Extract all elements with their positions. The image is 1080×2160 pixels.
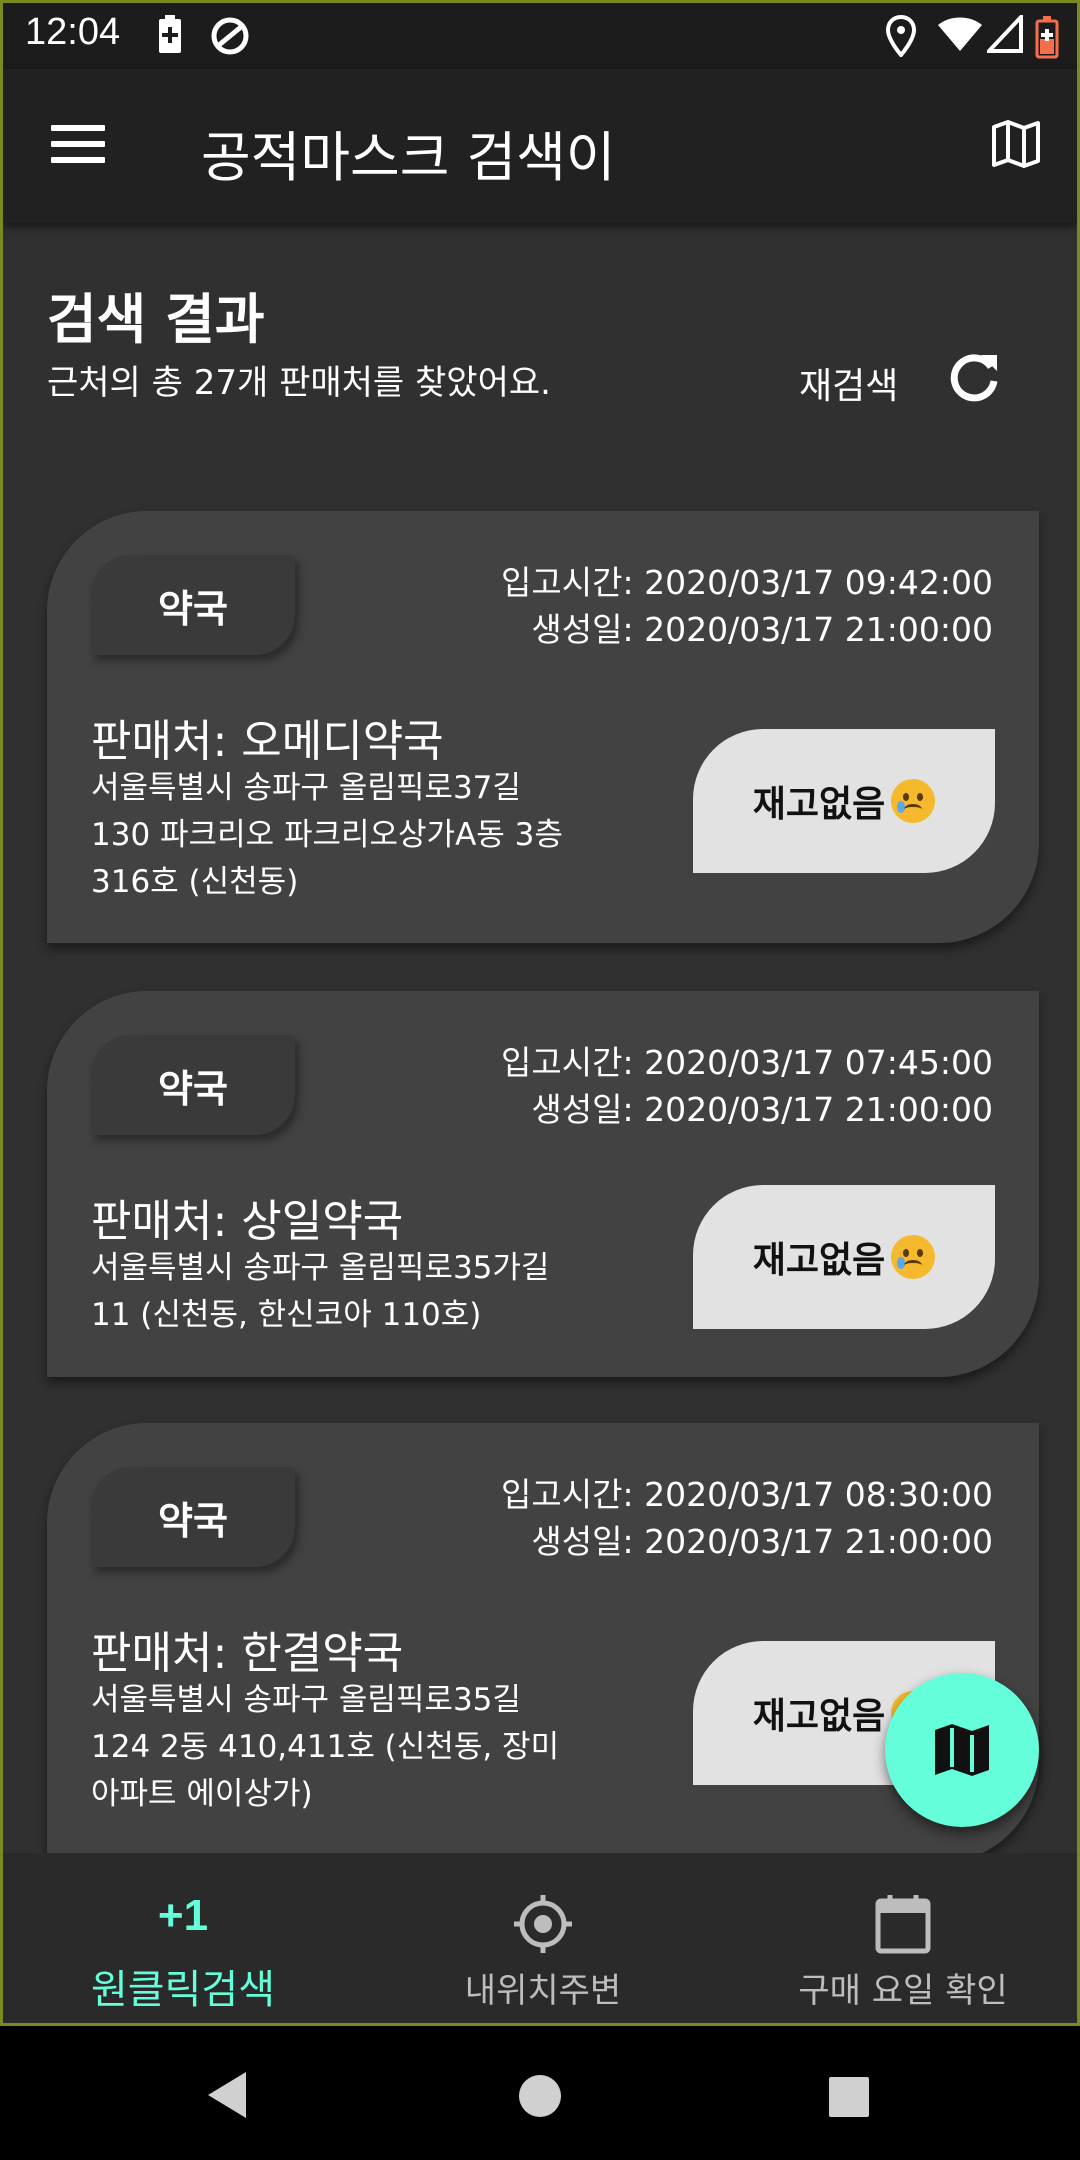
- nav-my-location[interactable]: 내위치주변: [363, 1853, 723, 2023]
- stock-status-label: 재고없음: [752, 1240, 886, 1281]
- refresh-label[interactable]: 재검색: [799, 357, 898, 409]
- nav-label: 내위치주변: [464, 1971, 622, 2011]
- store-type-badge: 약국: [91, 1467, 295, 1567]
- crying-face-icon: [891, 779, 936, 823]
- nav-one-click-search[interactable]: +1 원클릭검색: [3, 1853, 363, 2023]
- stock-status-label: 재고없음: [752, 1696, 886, 1737]
- store-card[interactable]: 약국 입고시간: 2020/03/17 08:30:00 생성일: 2020/0…: [47, 1423, 1039, 1863]
- store-type-badge: 약국: [91, 1035, 295, 1135]
- calendar-icon: [875, 1895, 931, 1954]
- created-date: 생성일: 2020/03/17 21:00:00: [531, 1522, 993, 1561]
- store-card[interactable]: 약국 입고시간: 2020/03/17 09:42:00 생성일: 2020/0…: [47, 511, 1039, 943]
- nav-label: 원클릭검색: [91, 1967, 275, 2013]
- refresh-icon[interactable]: [947, 351, 1001, 405]
- map-fab-button[interactable]: [885, 1673, 1039, 1827]
- plus-one-badge: +1: [157, 1891, 209, 1940]
- location-icon: [885, 15, 917, 57]
- app-title: 공적마스크 검색이: [201, 126, 616, 189]
- crying-face-icon: [891, 1235, 936, 1279]
- store-card[interactable]: 약국 입고시간: 2020/03/17 07:45:00 생성일: 2020/0…: [47, 991, 1039, 1377]
- created-date: 생성일: 2020/03/17 21:00:00: [531, 610, 993, 649]
- created-date: 생성일: 2020/03/17 21:00:00: [531, 1090, 993, 1129]
- store-name: 판매처: 한결약국: [91, 1628, 404, 1679]
- back-icon[interactable]: [204, 2070, 250, 2120]
- battery-saver-icon: [159, 15, 181, 53]
- menu-icon[interactable]: [51, 125, 105, 165]
- stock-time: 입고시간: 2020/03/17 07:45:00: [501, 1043, 993, 1082]
- nav-label: 구매 요일 확인: [798, 1971, 1008, 2011]
- data-saver-icon: [211, 17, 249, 55]
- store-address: 서울특별시 송파구 올림픽로37길 130 파크리오 파크리오상가A동 3층 3…: [91, 770, 563, 900]
- map-icon[interactable]: [991, 119, 1041, 169]
- store-times: 입고시간: 2020/03/17 08:30:00 생성일: 2020/03/1…: [501, 1471, 993, 1565]
- home-icon[interactable]: [518, 2074, 562, 2118]
- recents-icon[interactable]: [828, 2076, 870, 2118]
- nav-purchase-day[interactable]: 구매 요일 확인: [723, 1853, 1077, 2023]
- store-name: 판매처: 상일약국: [91, 1196, 404, 1247]
- app-frame: 12:04 공적마스크 검색이 검색 결과 근처의 총 27개 판매처를 찾았어…: [0, 0, 1080, 2026]
- stock-status-button[interactable]: 재고없음: [693, 1185, 995, 1329]
- results-title: 검색 결과: [47, 288, 265, 351]
- wifi-icon: [938, 17, 982, 51]
- map-icon: [935, 1724, 989, 1776]
- store-type-badge: 약국: [91, 555, 295, 655]
- store-times: 입고시간: 2020/03/17 09:42:00 생성일: 2020/03/1…: [501, 559, 993, 653]
- battery-icon: [1035, 16, 1059, 59]
- store-address: 서울특별시 송파구 올림픽로35가길 11 (신천동, 한신코아 110호): [91, 1250, 550, 1333]
- crosshair-icon: [514, 1895, 572, 1953]
- system-navigation-bar: [0, 2026, 1080, 2160]
- stock-status-label: 재고없음: [752, 784, 886, 825]
- stock-status-button[interactable]: 재고없음: [693, 729, 995, 873]
- status-time: 12:04: [25, 11, 121, 53]
- store-name: 판매처: 오메디약국: [91, 716, 444, 767]
- bottom-navigation: +1 원클릭검색 내위치주변 구매 요일 확인: [3, 1853, 1077, 2023]
- store-address: 서울특별시 송파구 올림픽로35길 124 2동 410,411호 (신천동, …: [91, 1682, 560, 1812]
- stock-time: 입고시간: 2020/03/17 08:30:00: [501, 1475, 993, 1514]
- app-bar: 공적마스크 검색이: [3, 69, 1077, 223]
- status-bar: 12:04: [3, 3, 1077, 69]
- cell-signal-icon: [987, 15, 1023, 53]
- store-times: 입고시간: 2020/03/17 07:45:00 생성일: 2020/03/1…: [501, 1039, 993, 1133]
- stock-time: 입고시간: 2020/03/17 09:42:00: [501, 563, 993, 602]
- results-summary: 근처의 총 27개 판매처를 찾았어요.: [47, 363, 551, 403]
